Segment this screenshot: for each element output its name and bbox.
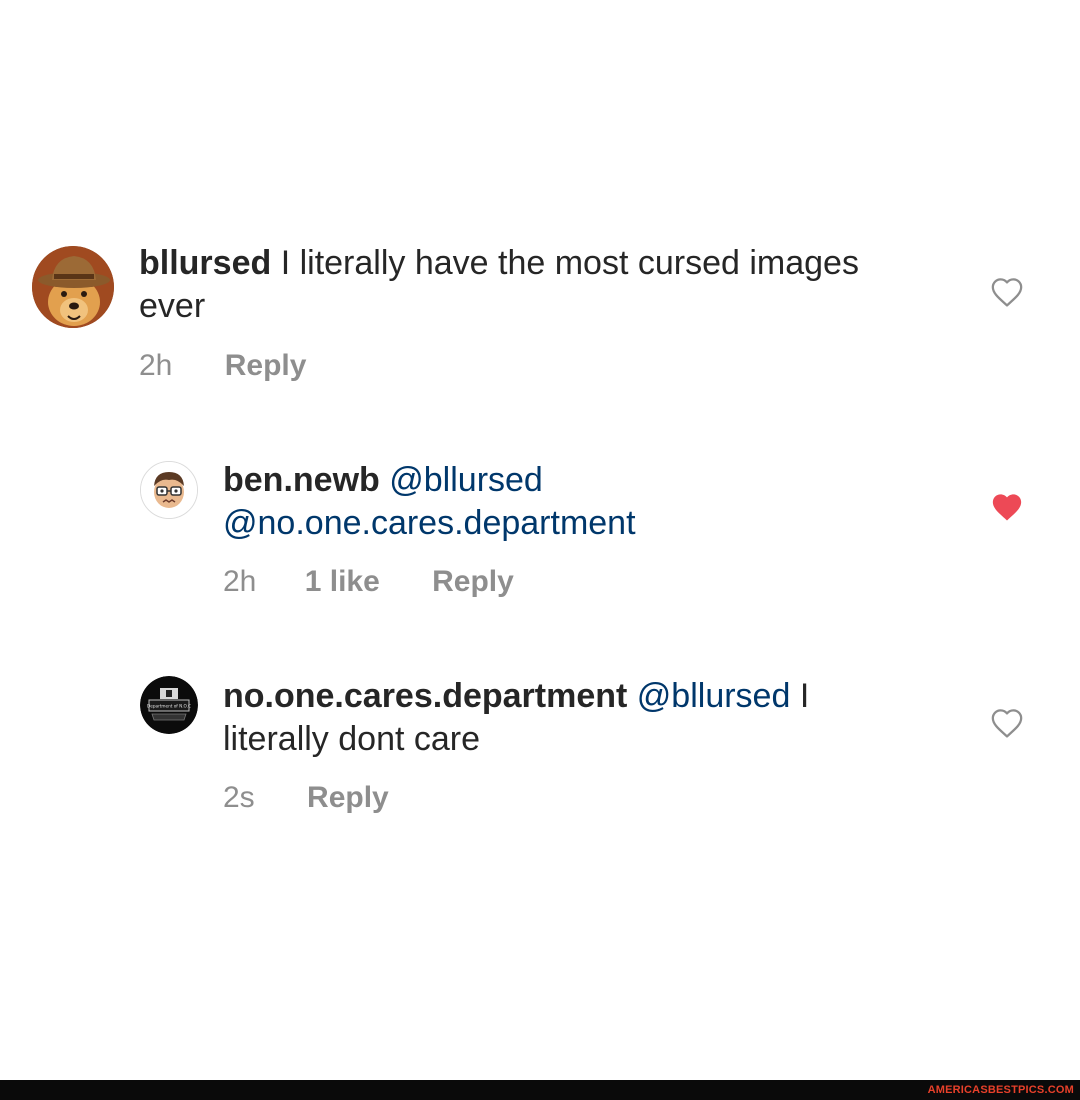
comment-ben-newb: ben.newb @bllursed @no.one.cares.departme… (0, 458, 1080, 608)
watermark-text: AMERICASBESTPICS.COM (927, 1084, 1074, 1096)
comment-body-line2: literally dont care (223, 720, 481, 758)
comment-no-one-cares-department: Department of N.O.C no.one.cares.departm… (0, 674, 1080, 824)
reply-button[interactable]: Reply (225, 348, 307, 384)
comment-text: ben.newb @bllursed @no.one.cares.departme… (223, 459, 943, 545)
dog-in-hat-avatar[interactable] (32, 246, 114, 328)
heart-outline-icon[interactable] (990, 276, 1026, 310)
mention-link[interactable]: @no.one.cares.department (223, 504, 636, 542)
heart-filled-icon[interactable] (990, 491, 1026, 525)
username-link[interactable]: bllursed (139, 244, 271, 282)
mention-link[interactable]: @bllursed (389, 461, 543, 499)
heart-outline-icon[interactable] (990, 707, 1026, 741)
comment-bllursed: bllursed I literally have the most curse… (0, 240, 1080, 390)
username-link[interactable]: no.one.cares.department (223, 677, 627, 715)
timestamp: 2h (223, 565, 257, 598)
mention-link[interactable]: @bllursed (637, 677, 791, 715)
avatar-logo-text: Department of N.O.C (147, 704, 191, 709)
likes-count-button[interactable]: 1 like (305, 564, 380, 600)
timestamp: 2h (139, 349, 173, 382)
reply-button[interactable]: Reply (432, 564, 514, 600)
footer-bar: AMERICASBESTPICS.COM (0, 1080, 1080, 1100)
timestamp: 2s (223, 781, 255, 814)
username-link[interactable]: ben.newb (223, 461, 380, 499)
comment-body: I (790, 677, 810, 715)
comment-meta: 2h 1 like Reply (223, 564, 514, 600)
comment-text: no.one.cares.department @bllursed Iliter… (223, 675, 943, 761)
cartoon-face-avatar[interactable] (140, 461, 198, 519)
reply-button[interactable]: Reply (307, 780, 389, 816)
department-logo-avatar[interactable]: Department of N.O.C (140, 676, 198, 734)
comment-meta: 2s Reply (223, 780, 389, 816)
comment-text: bllursed I literally have the most curse… (139, 242, 859, 328)
comment-meta: 2h Reply (139, 348, 306, 384)
